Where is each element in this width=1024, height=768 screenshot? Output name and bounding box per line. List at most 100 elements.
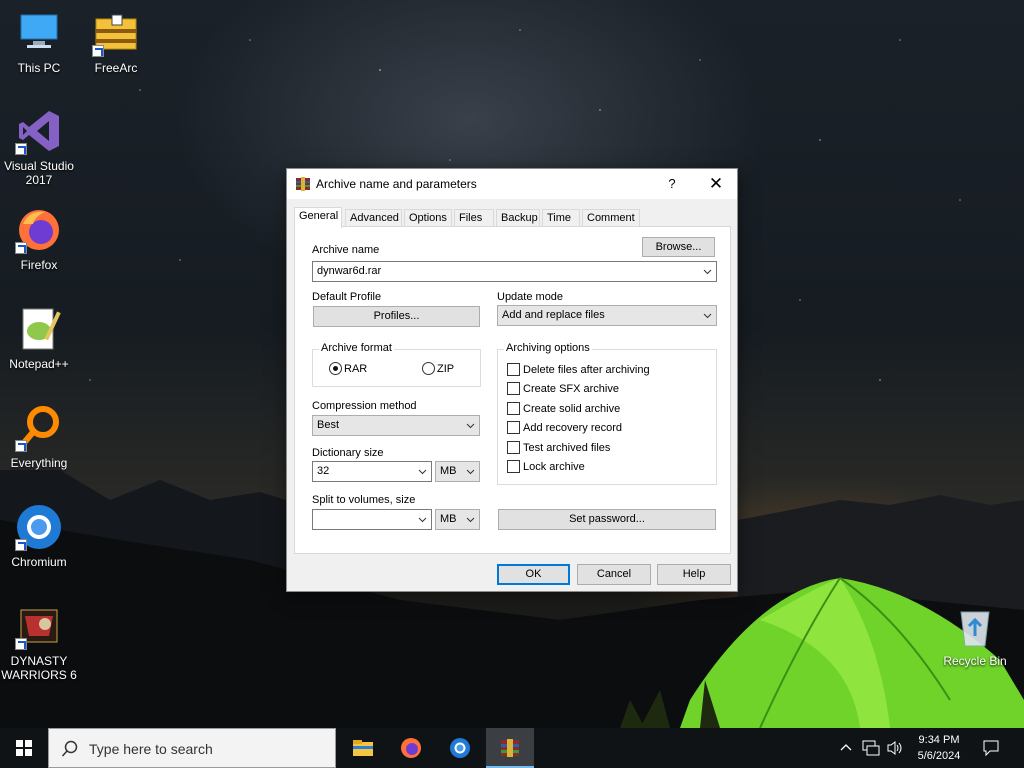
desktop-icon-label: Everything [10, 456, 68, 470]
cancel-button[interactable]: Cancel [577, 564, 651, 585]
everything-search-icon [15, 404, 63, 452]
dialog-titlebar[interactable]: Archive name and parameters ? ✕ [287, 169, 737, 199]
option-delete-files-checkbox[interactable]: Delete files after archiving [507, 363, 650, 376]
winrar-icon [295, 176, 311, 192]
winrar-icon [501, 739, 519, 757]
option-label: Test archived files [523, 442, 611, 454]
dynasty-warriors-icon [15, 606, 63, 650]
windows-logo-icon [16, 740, 32, 756]
desktop-icon-label: Visual Studio [4, 159, 74, 173]
split-unit-select[interactable]: MB [435, 509, 480, 530]
firefox-icon [401, 738, 421, 758]
help-button[interactable]: Help [657, 564, 731, 585]
format-rar-label: RAR [344, 363, 368, 375]
format-rar-radio[interactable]: RAR [329, 362, 367, 375]
desktop-icon-label: DYNASTY [10, 654, 68, 668]
network-icon[interactable] [862, 740, 880, 756]
option-create-sfx-checkbox[interactable]: Create SFX archive [507, 382, 619, 395]
checkbox-icon [507, 421, 520, 434]
search-icon [61, 740, 78, 757]
archive-format-label: Archive format [319, 342, 394, 354]
ok-button[interactable]: OK [497, 564, 570, 585]
checkbox-icon [507, 460, 520, 473]
chevron-down-icon [466, 423, 475, 429]
update-mode-select[interactable]: Add and replace files [497, 305, 717, 326]
taskbar-firefox[interactable] [387, 728, 435, 768]
radio-selected-icon [329, 362, 342, 375]
desktop-icon-freearc[interactable]: FreeArc [78, 9, 154, 75]
close-button[interactable]: ✕ [701, 169, 731, 199]
desktop-icon-dynasty-warriors[interactable]: DYNASTY WARRIORS 6 [1, 606, 77, 682]
tab-backup[interactable]: Backup [496, 209, 540, 227]
option-lock-archive-checkbox[interactable]: Lock archive [507, 460, 585, 473]
system-clock[interactable]: 9:34 PM 5/6/2024 [904, 732, 974, 764]
dictionary-size-combobox[interactable]: 32 [312, 461, 432, 482]
notification-icon[interactable] [982, 739, 1000, 757]
chevron-down-icon [418, 469, 427, 475]
profiles-button[interactable]: Profiles... [313, 306, 480, 327]
search-placeholder: Type here to search [89, 741, 213, 757]
help-question-button[interactable]: ? [657, 169, 687, 199]
checkbox-icon [507, 402, 520, 415]
tab-time[interactable]: Time [542, 209, 580, 227]
chevron-down-icon [703, 269, 712, 275]
desktop-icon-recycle-bin[interactable]: Recycle Bin [937, 602, 1013, 668]
desktop-icon-label: WARRIORS 6 [1, 668, 77, 682]
chevron-down-icon [466, 517, 475, 523]
chevron-up-icon[interactable] [840, 742, 852, 754]
desktop-icon-this-pc[interactable]: This PC [1, 9, 77, 75]
dictionary-unit-value: MB [440, 465, 457, 477]
dictionary-unit-select[interactable]: MB [435, 461, 480, 482]
tab-comment[interactable]: Comment [582, 209, 640, 227]
radio-unselected-icon [422, 362, 435, 375]
shortcut-arrow-icon [15, 143, 27, 155]
tab-files[interactable]: Files [454, 209, 494, 227]
taskbar-chromium[interactable] [436, 728, 484, 768]
desktop-icon-firefox[interactable]: Firefox [1, 206, 77, 272]
desktop-icon-label: FreeArc [94, 61, 138, 75]
desktop-icon-label: 2017 [25, 173, 53, 187]
tab-options[interactable]: Options [404, 209, 452, 227]
browse-button[interactable]: Browse... [642, 237, 715, 257]
chevron-down-icon [418, 517, 427, 523]
desktop-icon-notepadpp[interactable]: Notepad++ [1, 305, 77, 371]
shortcut-arrow-icon [92, 45, 104, 57]
clock-date: 5/6/2024 [917, 750, 961, 762]
format-zip-radio[interactable]: ZIP [422, 362, 454, 375]
tab-advanced[interactable]: Advanced [345, 209, 402, 227]
volume-icon[interactable] [886, 740, 904, 756]
archiving-options-label: Archiving options [504, 342, 592, 354]
desktop-icon-visual-studio[interactable]: Visual Studio 2017 [1, 107, 77, 187]
desktop-icon-everything[interactable]: Everything [1, 404, 77, 470]
notepad-plus-plus-icon [15, 305, 63, 353]
split-unit-value: MB [440, 513, 457, 525]
compression-method-select[interactable]: Best [312, 415, 480, 436]
clock-time: 9:34 PM [918, 734, 960, 746]
option-solid-archive-checkbox[interactable]: Create solid archive [507, 402, 620, 415]
split-volumes-label: Split to volumes, size [312, 494, 416, 506]
taskbar-winrar[interactable] [486, 728, 534, 768]
chromium-icon [15, 503, 63, 551]
option-label: Add recovery record [523, 422, 623, 434]
start-button[interactable] [0, 728, 48, 768]
desktop-icon-label: Firefox [20, 258, 58, 272]
shortcut-arrow-icon [15, 638, 27, 650]
dictionary-size-label: Dictionary size [312, 447, 384, 459]
shortcut-arrow-icon [15, 242, 27, 254]
recycle-bin-icon [951, 602, 999, 650]
desktop-icon-label: Chromium [11, 555, 67, 569]
computer-icon [15, 9, 63, 57]
archive-name-combobox[interactable]: dynwar6d.rar [312, 261, 717, 282]
option-recovery-record-checkbox[interactable]: Add recovery record [507, 421, 622, 434]
shortcut-arrow-icon [15, 539, 27, 551]
option-test-files-checkbox[interactable]: Test archived files [507, 441, 610, 454]
tab-general[interactable]: General [294, 207, 342, 228]
compression-method-label: Compression method [312, 400, 417, 412]
desktop-icon-label: Notepad++ [9, 357, 69, 371]
split-volumes-combobox[interactable] [312, 509, 432, 530]
desktop-icon-chromium[interactable]: Chromium [1, 503, 77, 569]
set-password-button[interactable]: Set password... [498, 509, 716, 530]
taskbar-search-box[interactable]: Type here to search [48, 728, 336, 768]
taskbar-file-explorer[interactable] [339, 728, 387, 768]
dialog-title: Archive name and parameters [316, 177, 477, 191]
